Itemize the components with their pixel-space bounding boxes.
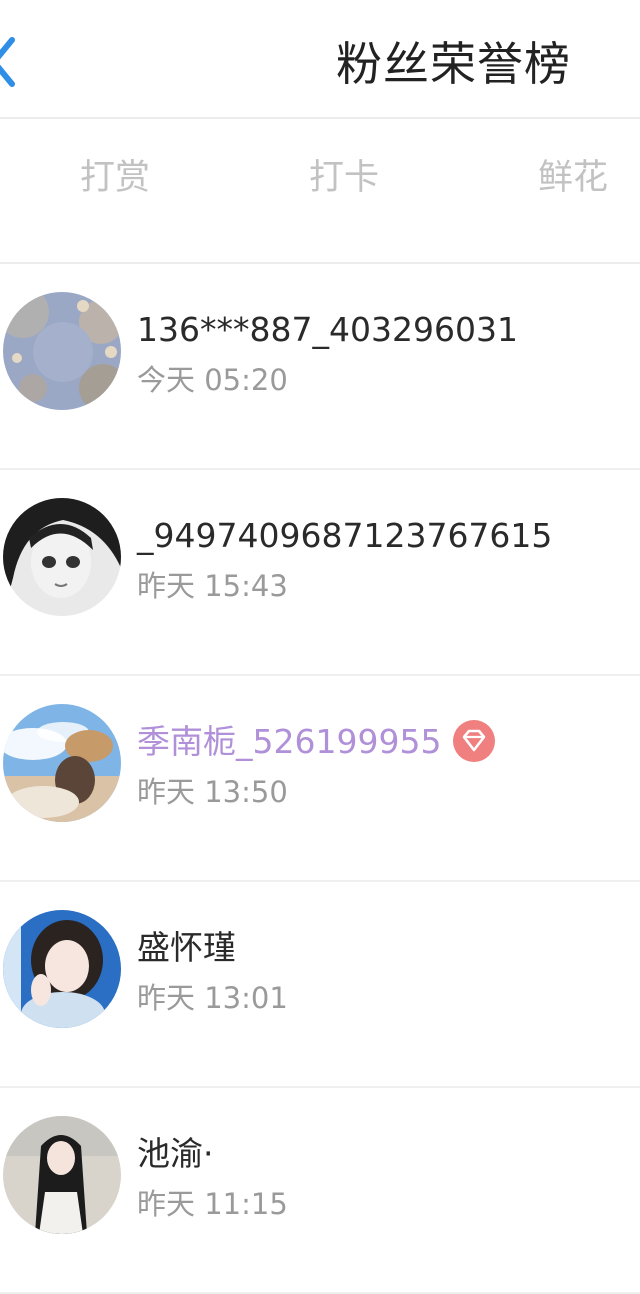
tab-tips[interactable]: 打赏: [80, 156, 150, 200]
top-bar: 粉丝荣誉榜: [0, 0, 640, 120]
avatar[interactable]: [3, 910, 121, 1028]
list-item[interactable]: 季南栀_526199955 昨天 13:50: [0, 676, 640, 882]
page-title: 粉丝荣誉榜: [336, 37, 571, 91]
tab-checkin[interactable]: 打卡: [309, 156, 379, 200]
fan-name: 季南栀_526199955: [137, 719, 496, 764]
list-item[interactable]: 盛怀瑾 昨天 13:01: [0, 882, 640, 1088]
fan-list: 136***887_403296031 今天 05:20 _9497409687…: [0, 264, 640, 1294]
back-button[interactable]: [0, 30, 40, 94]
fan-time: 昨天 15:43: [137, 569, 288, 603]
list-item[interactable]: 池渝· 昨天 11:15: [0, 1088, 640, 1294]
avatar[interactable]: [3, 498, 121, 616]
fan-name: _9497409687123767615: [137, 516, 553, 555]
avatar[interactable]: [3, 704, 121, 822]
avatar[interactable]: [3, 292, 121, 410]
fan-time: 昨天 13:01: [137, 981, 288, 1015]
tab-bar: 打赏 打卡 鲜花: [0, 122, 640, 262]
fan-time: 昨天 13:50: [137, 775, 288, 809]
fan-name: 136***887_403296031: [137, 310, 518, 349]
chevron-left-icon: [0, 37, 15, 87]
avatar[interactable]: [3, 1116, 121, 1234]
list-item[interactable]: 136***887_403296031 今天 05:20: [0, 264, 640, 470]
fan-name: 池渝·: [137, 1134, 214, 1173]
header-divider: [0, 117, 640, 119]
list-item[interactable]: _9497409687123767615 昨天 15:43: [0, 470, 640, 676]
tab-flowers[interactable]: 鲜花: [538, 156, 608, 200]
fan-name: 盛怀瑾: [137, 928, 236, 967]
fan-time: 今天 05:20: [137, 363, 288, 397]
fan-name-text: 季南栀_526199955: [137, 722, 442, 761]
fan-time: 昨天 11:15: [137, 1187, 288, 1221]
diamond-badge-icon: [453, 719, 496, 762]
